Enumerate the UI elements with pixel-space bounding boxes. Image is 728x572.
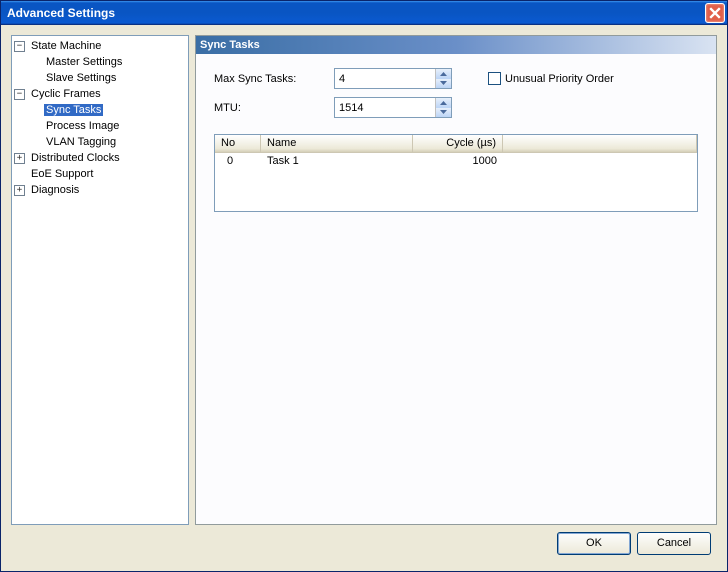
chevron-down-icon (440, 81, 447, 85)
tree-label: Process Image (44, 120, 121, 132)
expand-icon[interactable]: + (14, 185, 25, 196)
nav-tree: − State Machine Master Settings Slave Se… (14, 38, 186, 198)
cell-name: Task 1 (261, 155, 413, 167)
tree-label: Master Settings (44, 56, 124, 68)
tree-item-sync-tasks[interactable]: Sync Tasks (29, 102, 186, 118)
cell-no: 0 (215, 155, 261, 167)
dialog-buttons: OK Cancel (11, 525, 717, 561)
panel-body: Max Sync Tasks: 4 Unusual Priority Order (196, 54, 716, 524)
col-spacer (503, 135, 697, 152)
settings-panel: Sync Tasks Max Sync Tasks: 4 (195, 35, 717, 525)
tree-item-state-machine[interactable]: − State Machine (14, 38, 186, 54)
chevron-up-icon (440, 101, 447, 105)
tree-panel[interactable]: − State Machine Master Settings Slave Se… (11, 35, 189, 525)
window-title: Advanced Settings (7, 6, 115, 20)
tree-label: Distributed Clocks (29, 152, 122, 164)
collapse-icon[interactable]: − (14, 89, 25, 100)
col-name[interactable]: Name (261, 135, 413, 152)
close-button[interactable] (705, 3, 725, 23)
max-sync-row: Max Sync Tasks: 4 Unusual Priority Order (214, 68, 698, 89)
unusual-priority-checkbox[interactable]: Unusual Priority Order (488, 72, 614, 85)
spinner-down-button[interactable] (436, 108, 451, 118)
col-no[interactable]: No (215, 135, 261, 152)
tree-label: Cyclic Frames (29, 88, 103, 100)
advanced-settings-dialog: Advanced Settings − State Machine Maste (0, 0, 728, 572)
table-row[interactable]: 0 Task 1 1000 (215, 153, 697, 169)
tree-label: Sync Tasks (44, 104, 103, 116)
mtu-input[interactable]: 1514 (334, 97, 452, 118)
mtu-row: MTU: 1514 (214, 97, 698, 118)
tree-label: Diagnosis (29, 184, 81, 196)
cell-cycle: 1000 (413, 155, 503, 167)
max-sync-label: Max Sync Tasks: (214, 73, 334, 85)
tree-label: VLAN Tagging (44, 136, 118, 148)
content-row: − State Machine Master Settings Slave Se… (11, 35, 717, 525)
chevron-down-icon (440, 110, 447, 114)
panel-header: Sync Tasks (196, 36, 716, 54)
cancel-button[interactable]: Cancel (637, 532, 711, 555)
expand-icon[interactable]: + (14, 153, 25, 164)
tree-item-diagnosis[interactable]: + Diagnosis (14, 182, 186, 198)
table-header: No Name Cycle (µs) (215, 135, 697, 153)
tree-item-cyclic-frames[interactable]: − Cyclic Frames (14, 86, 186, 102)
tree-item-distributed-clocks[interactable]: + Distributed Clocks (14, 150, 186, 166)
ok-button[interactable]: OK (557, 532, 631, 555)
mtu-label: MTU: (214, 102, 334, 114)
col-cycle[interactable]: Cycle (µs) (413, 135, 503, 152)
dialog-body: − State Machine Master Settings Slave Se… (1, 25, 727, 571)
tree-item-slave-settings[interactable]: Slave Settings (29, 70, 186, 86)
tree-item-eoe-support[interactable]: EoE Support (14, 166, 186, 182)
spinner-up-button[interactable] (436, 69, 451, 79)
spinner-buttons (435, 69, 451, 88)
tree-label: Slave Settings (44, 72, 118, 84)
titlebar: Advanced Settings (1, 1, 727, 25)
tree-item-process-image[interactable]: Process Image (29, 118, 186, 134)
tree-label: EoE Support (29, 168, 95, 180)
max-sync-value: 4 (339, 73, 345, 85)
unusual-priority-label: Unusual Priority Order (505, 73, 614, 85)
close-icon (709, 7, 721, 19)
collapse-icon[interactable]: − (14, 41, 25, 52)
tree-label: State Machine (29, 40, 103, 52)
tree-item-master-settings[interactable]: Master Settings (29, 54, 186, 70)
spinner-up-button[interactable] (436, 98, 451, 108)
tree-item-vlan-tagging[interactable]: VLAN Tagging (29, 134, 186, 150)
chevron-up-icon (440, 72, 447, 76)
tasks-table: No Name Cycle (µs) 0 Task 1 1000 (214, 134, 698, 212)
checkbox-icon (488, 72, 501, 85)
spinner-down-button[interactable] (436, 79, 451, 89)
spinner-buttons (435, 98, 451, 117)
max-sync-input[interactable]: 4 (334, 68, 452, 89)
mtu-value: 1514 (339, 102, 363, 114)
